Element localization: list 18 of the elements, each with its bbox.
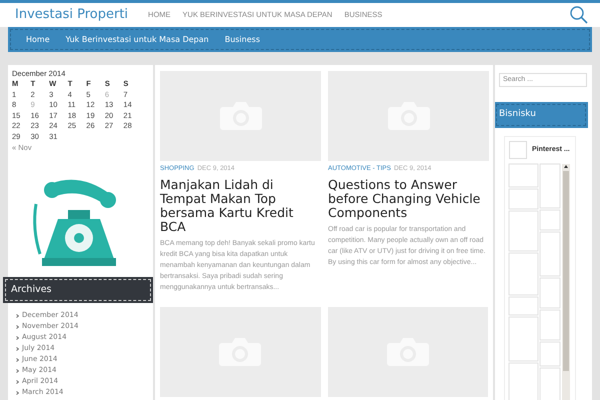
widget-title: Bisnisku	[499, 108, 536, 122]
menu-link[interactable]: Business	[224, 34, 260, 46]
chevron-icon	[16, 358, 19, 362]
chevron-icon	[16, 346, 19, 350]
pinterest-avatar	[509, 141, 527, 159]
chevron-icon	[16, 336, 19, 340]
post-title[interactable]: Manjakan Lidah di Tempat Makan Top bersama Kartu Kredit BCA	[160, 178, 321, 234]
search-icon[interactable]	[570, 6, 588, 24]
widget-title: Archives	[11, 282, 52, 297]
chevron-icon	[16, 314, 19, 318]
chevron-icon	[16, 380, 19, 384]
chevron-icon	[16, 390, 19, 394]
chevron-icon	[16, 368, 19, 372]
post-title[interactable]: Questions to Answer before Changing Vehicle Components	[328, 178, 489, 220]
menu-link[interactable]: Home	[26, 34, 50, 46]
site-title[interactable]: Investasi Properti	[15, 5, 128, 25]
menu-link[interactable]: Yuk Berinvestasi untuk Masa Depan	[66, 34, 209, 46]
chevron-icon	[16, 324, 19, 328]
